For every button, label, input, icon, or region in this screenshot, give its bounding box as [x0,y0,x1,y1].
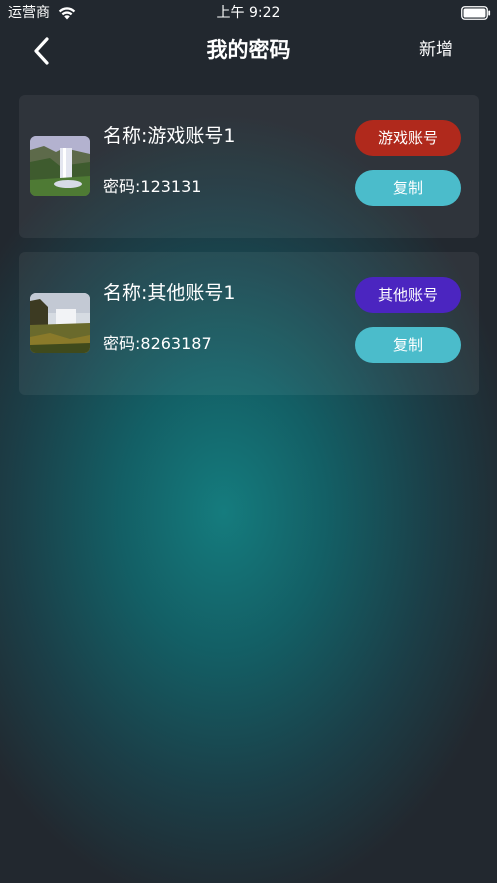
nav-bar: 我的密码 新增 [0,26,497,76]
entry-name: 名称:游戏账号1 [103,125,236,147]
entry-password: 密码:8263187 [103,334,212,353]
copy-button[interactable]: 复制 [355,327,461,363]
waterfall-thumbnail [30,293,90,353]
waterfall-thumbnail [30,136,90,196]
category-tag[interactable]: 其他账号 [355,277,461,313]
status-bar: 运营商 上午 9:22 [0,0,497,26]
copy-button[interactable]: 复制 [355,170,461,206]
entry-name: 名称:其他账号1 [103,282,236,304]
status-time: 上午 9:22 [216,5,281,21]
entry-password: 密码:123131 [103,177,202,196]
password-card: 名称:游戏账号1 密码:123131 游戏账号 复制 [19,95,479,238]
password-card: 名称:其他账号1 密码:8263187 其他账号 复制 [19,252,479,395]
battery-icon [461,6,491,20]
category-tag[interactable]: 游戏账号 [355,120,461,156]
add-button[interactable]: 新增 [400,38,472,62]
